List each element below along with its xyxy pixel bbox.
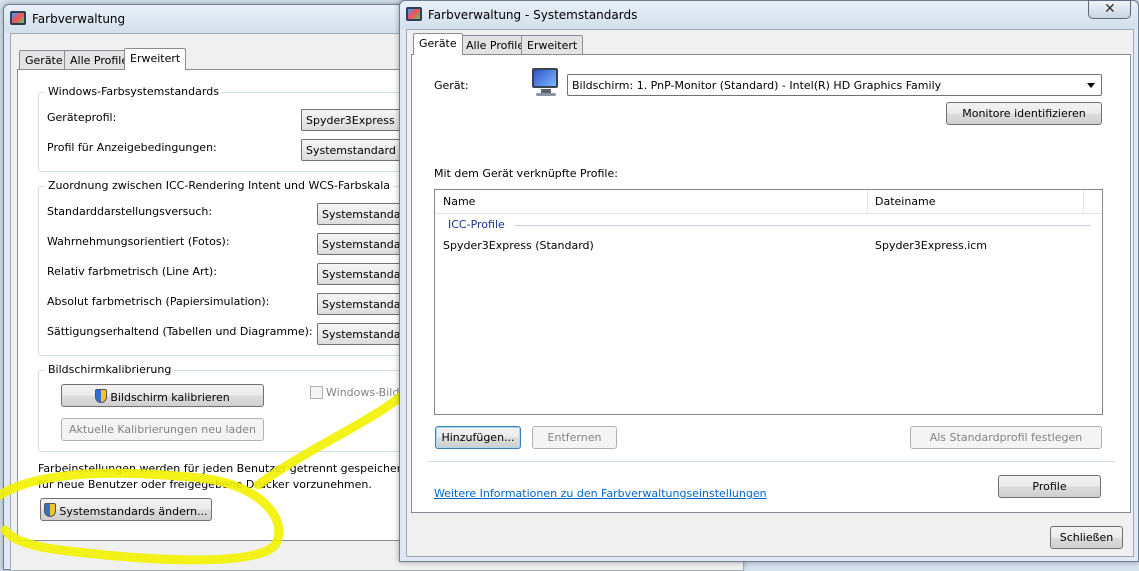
remove-profile-button[interactable]: Entfernen bbox=[532, 426, 617, 449]
add-profile-button[interactable]: Hinzufügen... bbox=[435, 426, 521, 449]
right-tab-all-profiles[interactable]: Alle Profile bbox=[460, 35, 531, 55]
separator-line bbox=[427, 461, 1115, 462]
right-window-title: Farbverwaltung - Systemstandards bbox=[428, 8, 638, 22]
group-separator-line bbox=[515, 225, 1091, 226]
close-icon: ✕ bbox=[1104, 1, 1116, 17]
profile-name-cell: Spyder3Express (Standard) bbox=[443, 239, 594, 252]
device-label: Gerät: bbox=[434, 79, 469, 92]
associated-profiles-label: Mit dem Gerät verknüpfte Profile: bbox=[434, 167, 618, 180]
device-select[interactable]: Bildschirm: 1. PnP-Monitor (Standard) - … bbox=[567, 74, 1102, 96]
icc-profiles-group-label: ICC-Profile bbox=[448, 218, 505, 231]
device-select-value: Bildschirm: 1. PnP-Monitor (Standard) - … bbox=[572, 79, 942, 92]
column-name-header[interactable]: Name bbox=[443, 195, 475, 208]
right-titlebar[interactable]: Farbverwaltung - Systemstandards ✕ bbox=[400, 0, 1138, 29]
annotation-stroke-loop bbox=[0, 468, 284, 565]
monitor-icon bbox=[532, 68, 562, 98]
identify-monitors-button[interactable]: Monitore identifizieren bbox=[946, 102, 1102, 125]
set-default-profile-button[interactable]: Als Standardprofil festlegen bbox=[910, 426, 1102, 449]
profile-menu-button[interactable]: Profile bbox=[998, 475, 1101, 498]
close-window-button[interactable]: ✕ bbox=[1088, 0, 1131, 19]
chevron-down-icon bbox=[1087, 83, 1095, 88]
close-button[interactable]: Schließen bbox=[1050, 526, 1123, 549]
profiles-list-header: Name Dateiname bbox=[435, 190, 1102, 214]
table-row[interactable]: Spyder3Express (Standard) Spyder3Express… bbox=[435, 236, 1102, 256]
column-filename-header[interactable]: Dateiname bbox=[875, 195, 936, 208]
more-info-link[interactable]: Weitere Informationen zu den Farbverwalt… bbox=[434, 487, 767, 500]
profile-file-cell: Spyder3Express.icm bbox=[875, 239, 988, 252]
color-management-icon bbox=[406, 7, 422, 21]
right-tab-devices[interactable]: Geräte bbox=[413, 33, 463, 55]
profiles-list[interactable]: Name Dateiname ICC-Profile Spyder3Expres… bbox=[434, 189, 1103, 415]
left-tab-advanced[interactable]: Erweitert bbox=[124, 48, 187, 70]
right-tab-advanced[interactable]: Erweitert bbox=[521, 35, 584, 55]
